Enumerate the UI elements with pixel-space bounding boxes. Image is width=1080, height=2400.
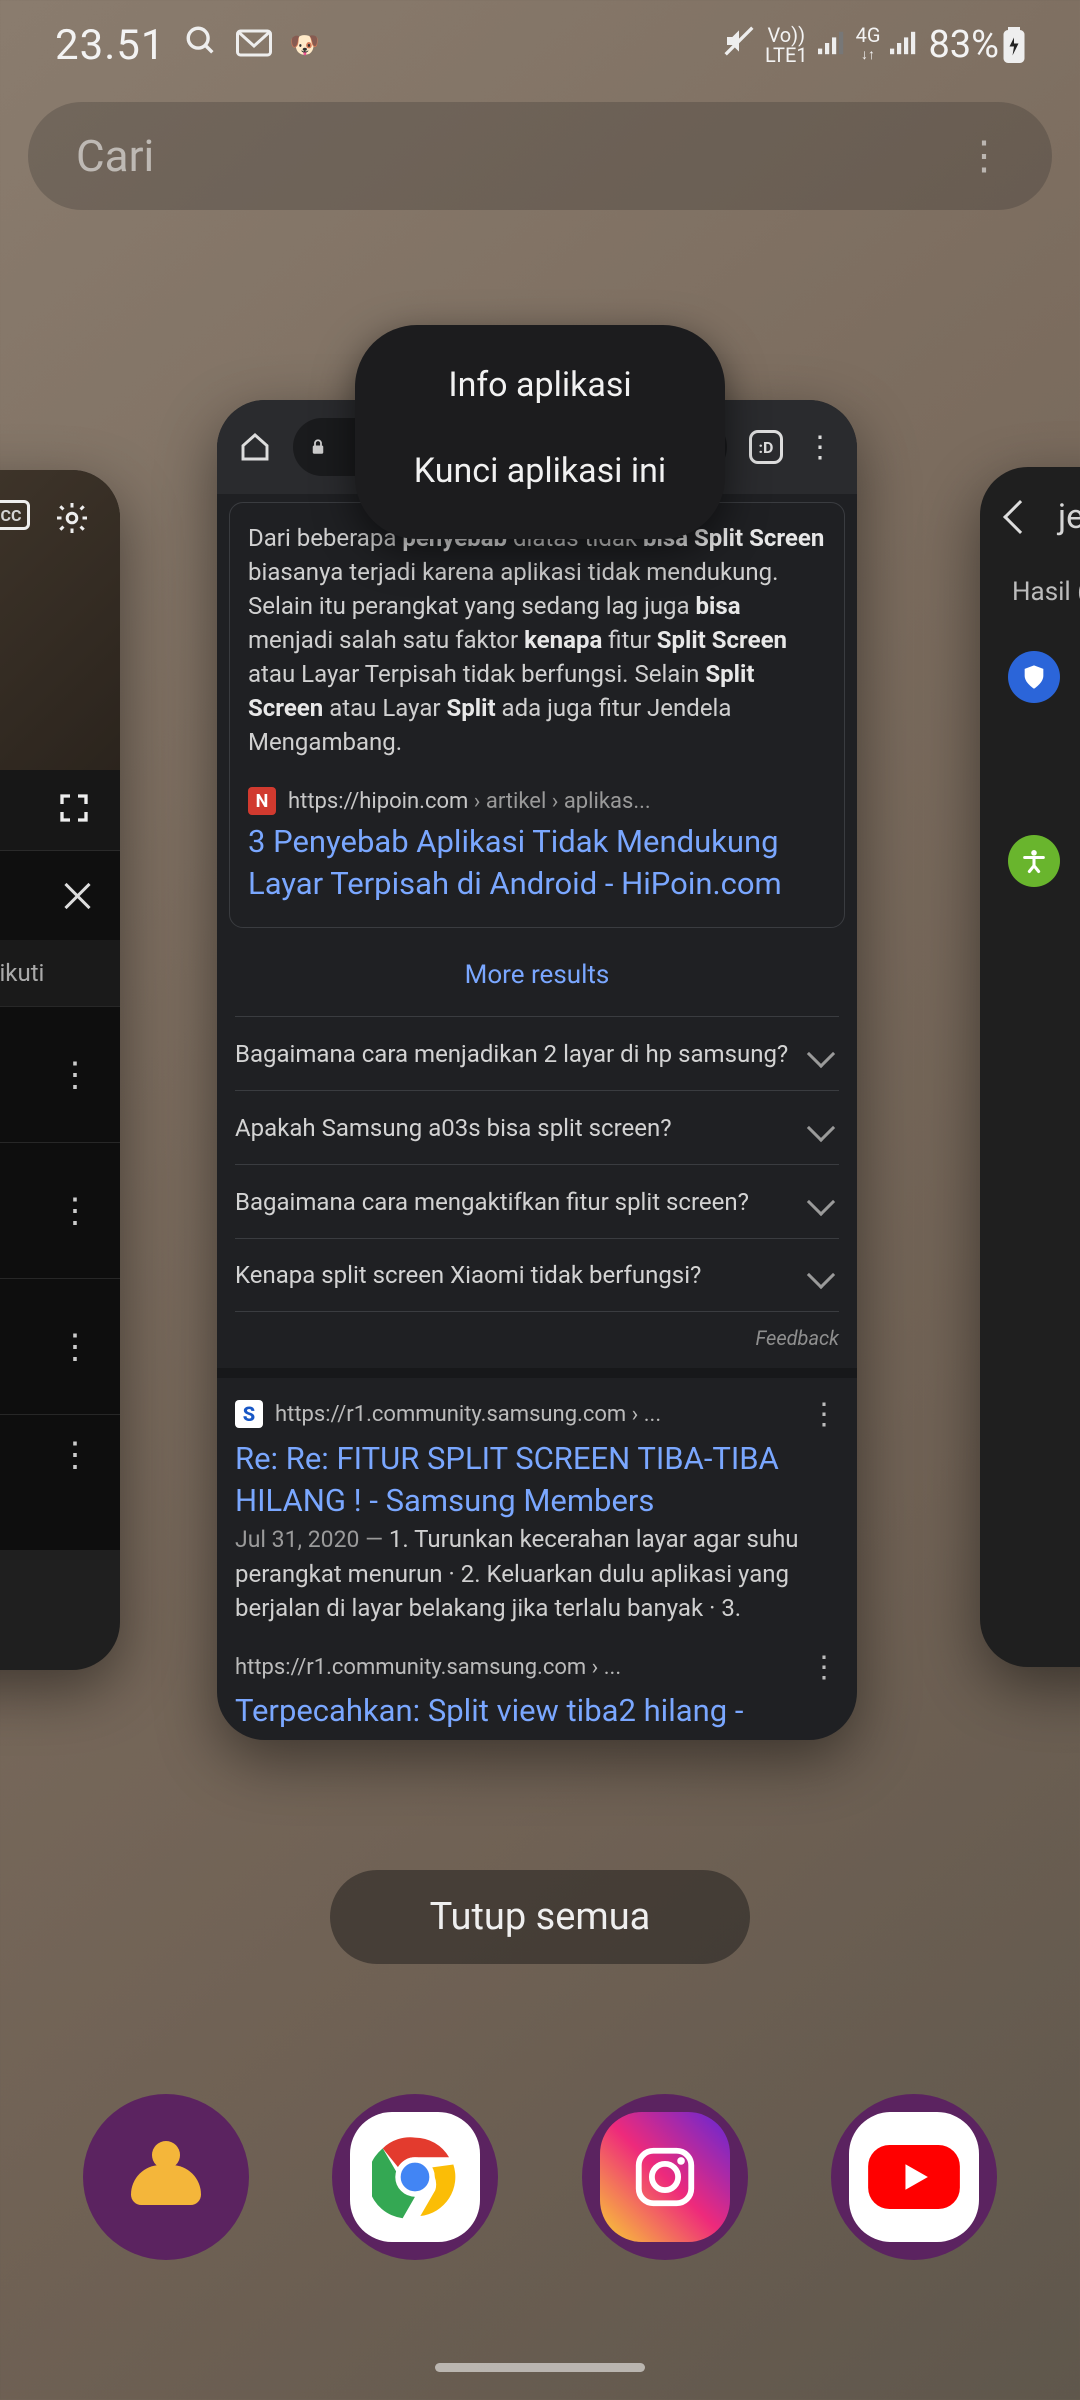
status-right: Vo))LTE1 4G↓↑ 83% — [723, 23, 1025, 67]
result-count: Hasil (4) — [980, 567, 1080, 631]
settings-item[interactable]: Penin Jend — [980, 907, 1080, 999]
lock-icon — [309, 436, 327, 458]
close-icon[interactable] — [62, 881, 92, 911]
status-bar: 23.51 🐶 Vo))LTE1 4G↓↑ 83% — [0, 0, 1080, 90]
result-source[interactable]: https://r1.community.samsung.com › ... ⋮ — [235, 1655, 839, 1680]
chevron-down-icon — [807, 1187, 835, 1215]
chevron-down-icon — [807, 1261, 835, 1289]
search-placeholder: Cari — [76, 130, 154, 182]
result-title[interactable]: Re: Re: FITUR SPLIT SCREEN TIBA-TIBA HIL… — [235, 1438, 839, 1522]
search-result[interactable]: https://r1.community.samsung.com › ... ⋮… — [217, 1625, 857, 1740]
video-preview: CC — [0, 470, 120, 770]
accessibility-icon — [1008, 835, 1060, 887]
people-also-ask: Bagaimana cara menjadikan 2 layar di hp … — [217, 1016, 857, 1312]
instagram-icon — [630, 2142, 700, 2212]
list-item[interactable]: ⋮ — [0, 1414, 120, 1550]
more-icon[interactable]: ⋮ — [58, 1055, 92, 1095]
dock — [0, 2094, 1080, 2260]
fullscreen-icon — [58, 792, 90, 828]
status-left: 23.51 🐶 — [55, 21, 319, 70]
paa-item[interactable]: Kenapa split screen Xiaomi tidak berfung… — [235, 1238, 839, 1312]
recent-app-card-left[interactable]: CC engikuti ⋮ ⋮ ⋮ ⋮ manfaat, — [0, 470, 120, 1670]
app-context-menu: Info aplikasi Kunci aplikasi ini — [355, 325, 725, 539]
chevron-down-icon — [807, 1039, 835, 1067]
search-result[interactable]: S https://r1.community.samsung.com › ...… — [217, 1368, 857, 1625]
settings-header: jend — [980, 467, 1080, 567]
paa-item[interactable]: Bagaimana cara mengaktifkan fitur split … — [235, 1164, 839, 1238]
mute-icon — [723, 25, 755, 65]
settings-item[interactable]: Pengo Sem — [980, 723, 1080, 815]
settings-query: jend — [1058, 497, 1080, 537]
filter-bar — [0, 850, 120, 940]
settings-item[interactable]: TalkB Kura — [980, 1091, 1080, 1183]
chrome-menu-icon[interactable]: ⋮ — [805, 430, 835, 465]
result-source[interactable]: N https://hipoin.com › artikel › aplikas… — [248, 787, 826, 815]
search-more-icon[interactable]: ⋮ — [964, 150, 1004, 162]
recent-app-card-chrome[interactable]: :D ⋮ Dari beberapa penyebab diatas tidak… — [217, 400, 857, 1740]
recents-search[interactable]: Cari ⋮ — [28, 102, 1052, 210]
signal-icon-2 — [890, 28, 918, 63]
chrome-icon — [372, 2134, 458, 2220]
volte-indicator: Vo))LTE1 — [765, 25, 808, 65]
shield-icon — [1008, 651, 1060, 703]
close-all-button[interactable]: Tutup semua — [330, 1870, 750, 1964]
snippet-text: Dari beberapa penyebab diatas tidak bisa… — [248, 521, 826, 759]
result-title[interactable]: Terpecahkan: Split view tiba2 hilang - S… — [235, 1690, 839, 1740]
more-icon[interactable]: ⋮ — [58, 1435, 92, 1475]
result-title[interactable]: 3 Penyebab Aplikasi Tidak Mendukung Laya… — [248, 821, 826, 905]
paa-item[interactable]: Bagaimana cara menjadikan 2 layar di hp … — [235, 1016, 839, 1090]
status-time: 23.51 — [55, 21, 166, 70]
app-icon-search — [184, 24, 218, 67]
more-icon[interactable]: ⋮ — [58, 1191, 92, 1231]
list-item[interactable]: ⋮ — [0, 1278, 120, 1414]
dock-app-chrome[interactable] — [332, 2094, 498, 2260]
person-icon — [126, 2137, 206, 2217]
favicon: N — [248, 787, 276, 815]
home-icon[interactable] — [239, 431, 271, 463]
chevron-down-icon — [807, 1113, 835, 1141]
cc-icon: CC — [0, 500, 30, 530]
data-indicator: 4G↓↑ — [856, 25, 881, 65]
result-more-icon[interactable]: ⋮ — [809, 1650, 839, 1685]
featured-snippet: Dari beberapa penyebab diatas tidak bisa… — [229, 502, 845, 928]
app-icon-jd: 🐶 — [290, 31, 320, 59]
dock-app-youtube[interactable] — [831, 2094, 997, 2260]
dock-app-1[interactable] — [83, 2094, 249, 2260]
following-label: engikuti — [0, 940, 120, 1006]
back-icon[interactable] — [1003, 500, 1037, 534]
app-icon-gmail — [236, 24, 272, 66]
battery-indicator: 83% — [928, 23, 1025, 67]
settings-section[interactable]: Biome — [980, 631, 1080, 723]
gear-icon — [54, 500, 90, 536]
list-item[interactable]: ⋮ — [0, 1006, 120, 1142]
settings-section[interactable]: Akses — [980, 815, 1080, 907]
gesture-bar[interactable] — [435, 2363, 645, 2372]
list-item[interactable]: ⋮ — [0, 1142, 120, 1278]
favicon: S — [235, 1400, 263, 1428]
signal-icon-1 — [818, 28, 846, 63]
feedback-link[interactable]: Feedback — [217, 1312, 857, 1368]
youtube-icon — [866, 2142, 962, 2212]
menu-item-app-info[interactable]: Info aplikasi — [448, 365, 631, 405]
video-controls — [0, 770, 120, 850]
result-snippet: Jul 31, 2020 — 1. Turunkan kecerahan lay… — [235, 1522, 839, 1625]
menu-item-lock-app[interactable]: Kunci aplikasi ini — [414, 451, 666, 491]
paa-item[interactable]: Apakah Samsung a03s bisa split screen? — [235, 1090, 839, 1164]
tabs-icon[interactable]: :D — [749, 430, 783, 464]
result-source[interactable]: S https://r1.community.samsung.com › ...… — [235, 1400, 839, 1428]
settings-item[interactable]: Penin Pinta — [980, 999, 1080, 1091]
more-results-link[interactable]: More results — [217, 960, 857, 990]
more-icon[interactable]: ⋮ — [58, 1327, 92, 1367]
result-more-icon[interactable]: ⋮ — [809, 1397, 839, 1432]
dock-app-instagram[interactable] — [582, 2094, 748, 2260]
recent-app-card-settings[interactable]: jend Hasil (4) Biome Pengo Sem Akses Pen… — [980, 467, 1080, 1667]
